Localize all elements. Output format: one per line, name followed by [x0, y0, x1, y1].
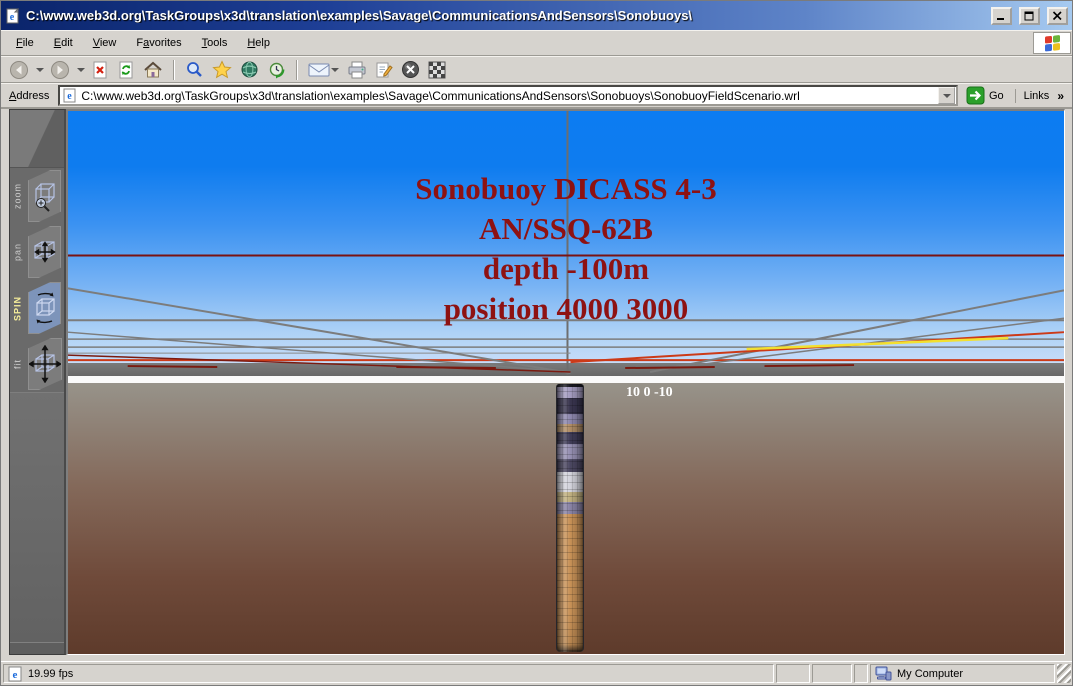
tool-pan[interactable]: pan — [10, 224, 64, 280]
address-dropdown-button[interactable] — [938, 87, 955, 104]
page-icon: e — [63, 88, 77, 103]
position-marker-label: 10 0 -10 — [626, 385, 673, 401]
sonobuoy-model[interactable] — [556, 384, 584, 652]
spin-cube-icon — [30, 290, 60, 326]
caption-line-3: depth -100m — [68, 249, 1064, 289]
fit-cube-icon — [29, 345, 61, 383]
cortona-toolbar: zoom pan — [9, 109, 66, 655]
favorites-button[interactable] — [210, 58, 234, 82]
status-panel-empty — [812, 664, 852, 683]
ie-document-icon: e — [5, 8, 21, 24]
edit-button[interactable] — [373, 58, 395, 82]
3d-viewport[interactable]: Sonobuoy DICASS 4-3 AN/SSQ-62B depth -10… — [66, 109, 1065, 655]
discuss-button[interactable] — [399, 58, 422, 82]
security-zone-label: My Computer — [897, 668, 963, 680]
security-zone-panel: My Computer — [870, 664, 1055, 683]
back-dropdown-icon[interactable] — [36, 68, 44, 72]
minimize-button[interactable] — [991, 7, 1012, 25]
go-button[interactable]: Go — [963, 84, 1010, 107]
history-button[interactable] — [265, 58, 288, 82]
cortona-toolbar-body — [10, 392, 64, 642]
tool-zoom[interactable]: zoom — [10, 168, 64, 224]
window-title: C:\www.web3d.org\TaskGroups\x3d\translat… — [26, 8, 984, 23]
address-label: Address — [5, 90, 53, 102]
menu-edit[interactable]: Edit — [45, 34, 82, 52]
navigation-toolbar — [1, 56, 1072, 83]
mail-dropdown-icon[interactable] — [331, 68, 339, 72]
caption-line-2: AN/SSQ-62B — [68, 209, 1064, 249]
print-button[interactable] — [345, 58, 369, 82]
go-icon — [966, 86, 985, 105]
title-bar: e C:\www.web3d.org\TaskGroups\x3d\transl… — [1, 1, 1072, 30]
browser-content: zoom pan — [1, 109, 1072, 661]
go-label: Go — [989, 90, 1004, 102]
forward-dropdown-icon[interactable] — [77, 68, 85, 72]
maximize-button[interactable] — [1019, 7, 1040, 25]
back-button[interactable] — [7, 58, 31, 82]
forward-button[interactable] — [48, 58, 72, 82]
fps-status-panel: e 19.99 fps — [3, 664, 774, 683]
menu-bar: File Edit View Favorites Tools Help — [1, 30, 1072, 56]
fps-value: 19.99 fps — [28, 668, 73, 680]
grid-button[interactable] — [426, 58, 448, 82]
mail-button[interactable] — [306, 58, 341, 82]
svg-text:e: e — [13, 669, 18, 681]
links-bar[interactable]: Links » — [1015, 89, 1068, 103]
status-panel-empty — [776, 664, 810, 683]
stop-button[interactable] — [89, 58, 111, 82]
scene-caption: Sonobuoy DICASS 4-3 AN/SSQ-62B depth -10… — [68, 169, 1064, 329]
media-globe-button[interactable] — [238, 58, 261, 82]
home-button[interactable] — [141, 58, 165, 82]
pan-cube-icon — [30, 235, 60, 269]
svg-text:e: e — [68, 91, 73, 102]
caption-line-4: position 4000 3000 — [68, 289, 1064, 329]
windows-logo — [1033, 32, 1071, 54]
address-field[interactable]: e — [58, 85, 958, 106]
document-status-icon: e — [8, 666, 23, 682]
svg-text:e: e — [10, 12, 15, 23]
toolbar-separator — [173, 60, 175, 80]
cortona-toolbar-foot — [10, 642, 64, 654]
address-input[interactable] — [81, 88, 934, 104]
cortona-toolbar-cap — [10, 110, 64, 168]
address-bar: Address e Go Links » — [1, 83, 1072, 109]
search-button[interactable] — [183, 58, 206, 82]
status-panel-empty — [854, 664, 868, 683]
menu-view[interactable]: View — [84, 34, 126, 52]
caption-line-1: Sonobuoy DICASS 4-3 — [68, 169, 1064, 209]
toolbar-separator — [296, 60, 298, 80]
resize-grip[interactable] — [1057, 664, 1071, 683]
close-button[interactable] — [1047, 7, 1068, 25]
refresh-button[interactable] — [115, 58, 137, 82]
menu-help[interactable]: Help — [238, 34, 279, 52]
menu-favorites[interactable]: Favorites — [127, 34, 190, 52]
my-computer-icon — [875, 666, 892, 681]
zoom-cube-icon — [30, 179, 60, 213]
menu-tools[interactable]: Tools — [193, 34, 237, 52]
tool-spin[interactable]: SPIN — [10, 280, 64, 336]
menu-file[interactable]: File — [7, 34, 43, 52]
links-chevron-icon[interactable]: » — [1057, 89, 1064, 103]
browser-window: e C:\www.web3d.org\TaskGroups\x3d\transl… — [0, 0, 1073, 686]
tool-fit[interactable]: fit — [10, 336, 64, 392]
links-label: Links — [1024, 90, 1050, 102]
status-bar: e 19.99 fps My Computer — [1, 661, 1072, 685]
